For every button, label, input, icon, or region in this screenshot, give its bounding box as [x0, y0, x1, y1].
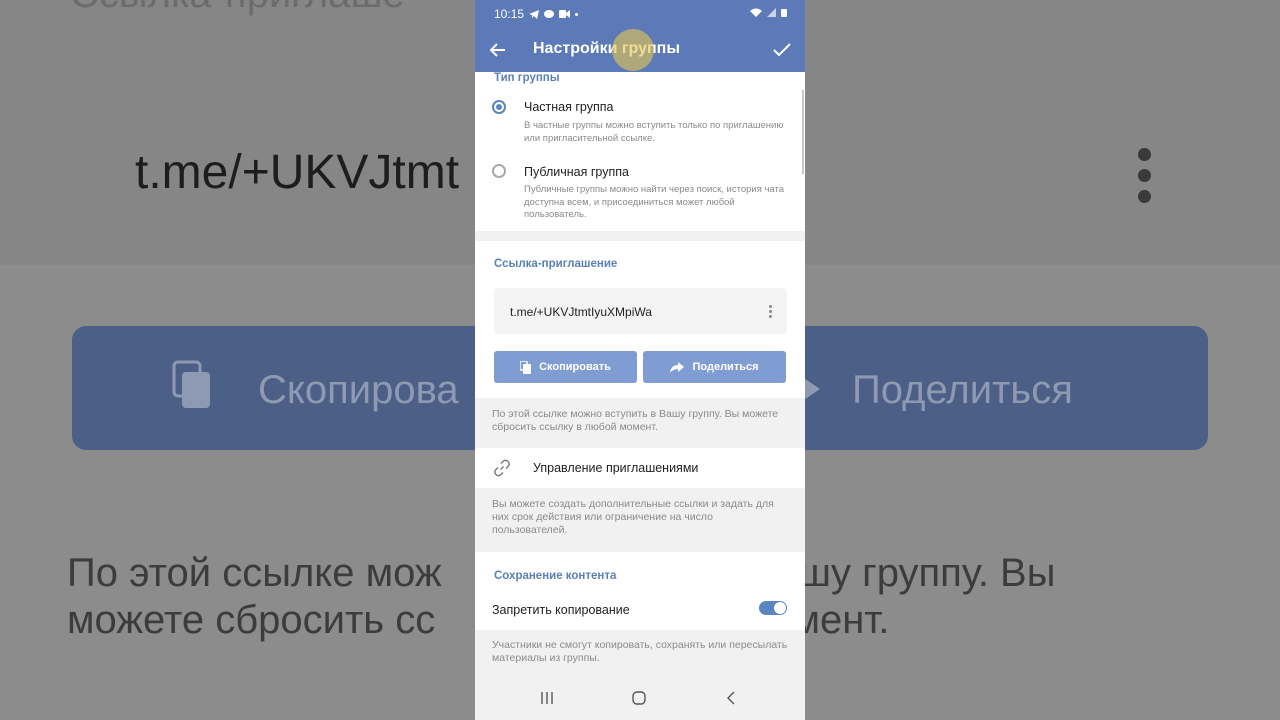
chat-bubble-icon — [544, 9, 555, 18]
share-button[interactable]: Поделиться — [643, 351, 786, 383]
background-share-label: Поделиться — [852, 368, 1073, 412]
background-more-icon — [1138, 148, 1152, 211]
invite-link-field[interactable]: t.me/+UKVJtmtIyuXMpiWa — [494, 288, 787, 334]
manage-invites-hint: Вы можете создать дополнительные ссылки … — [492, 498, 774, 536]
content-protection-title: Сохранение контента — [494, 570, 617, 582]
private-group-description: В частные группы можно вступить только п… — [524, 120, 784, 144]
home-icon[interactable] — [632, 691, 646, 705]
background-copy-label: Скопирова — [258, 368, 459, 412]
content-protection-hint: Участники не смогут копировать, сохранят… — [492, 639, 788, 664]
share-icon — [670, 361, 685, 373]
public-group-description: Публичные группы можно найти через поиск… — [524, 184, 785, 220]
copy-button[interactable]: Скопировать — [494, 351, 637, 383]
phone-screen: 10:15 Настройки группы Тип группы Частна… — [475, 0, 805, 720]
private-group-label[interactable]: Частная группа — [524, 100, 613, 114]
background-heading: Ссылка-приглаше — [70, 0, 405, 17]
content-protection-card: Сохранение контента Запретить копировани… — [475, 552, 805, 630]
status-right — [750, 8, 787, 17]
status-time: 10:15 — [494, 7, 525, 21]
back-arrow-icon[interactable] — [488, 40, 508, 60]
invite-link-hint: По этой ссылке можно вступить в Вашу гру… — [492, 408, 779, 433]
confirm-check-icon[interactable] — [772, 41, 792, 59]
video-icon — [559, 10, 571, 18]
invite-link-title: Ссылка-приглашение — [494, 258, 618, 270]
private-group-radio[interactable] — [492, 100, 506, 114]
status-bar: 10:15 — [494, 7, 579, 21]
signal-icon — [767, 8, 776, 17]
restrict-copy-toggle[interactable] — [759, 601, 787, 615]
wifi-icon — [750, 8, 762, 17]
recent-apps-icon[interactable] — [540, 691, 554, 705]
public-group-radio[interactable] — [492, 164, 506, 178]
background-link: t.me/+UKVJtmt — [135, 146, 460, 199]
notification-dot-icon — [575, 12, 579, 16]
copy-icon — [520, 360, 532, 374]
invite-link-text: t.me/+UKVJtmtIyuXMpiWa — [510, 305, 652, 319]
touch-indicator — [612, 29, 654, 71]
more-options-icon[interactable] — [769, 305, 773, 320]
system-nav-bar — [475, 678, 805, 720]
copy-button-label: Скопировать — [539, 361, 611, 373]
share-button-label: Поделиться — [692, 361, 759, 373]
background-copy-icon — [172, 360, 210, 408]
battery-icon — [781, 9, 787, 17]
link-icon — [494, 459, 510, 477]
restrict-copy-label[interactable]: Запретить копирование — [492, 603, 630, 617]
scroll-indicator — [802, 90, 804, 174]
group-type-title: Тип группы — [494, 72, 560, 84]
public-group-label[interactable]: Публичная группа — [524, 165, 629, 179]
group-type-card: Тип группы Частная группа В частные груп… — [475, 72, 805, 231]
telegram-icon — [529, 9, 540, 19]
back-nav-icon[interactable] — [726, 691, 736, 705]
page-title: Настройки группы — [533, 40, 680, 57]
manage-invites-label: Управление приглашениями — [533, 461, 699, 475]
